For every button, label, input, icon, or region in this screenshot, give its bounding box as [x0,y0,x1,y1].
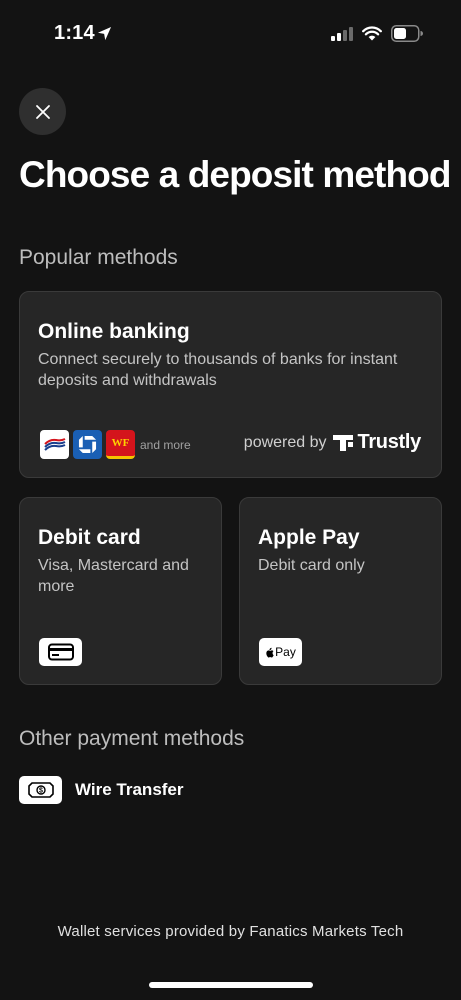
bank-of-america-logo [40,430,69,459]
close-button[interactable] [19,88,66,135]
other-methods-heading: Other payment methods [19,727,245,750]
status-time: 1:14 [54,22,95,44]
page-title: Choose a deposit method [19,154,451,195]
location-arrow-icon [97,26,112,41]
chase-logo [73,430,102,459]
debit-card-description: Visa, Mastercard and more [38,557,189,595]
signal-icon [331,27,353,41]
online-banking-title: Online banking [38,320,190,343]
online-banking-description: Connect securely to thousands of banks f… [38,351,398,389]
apple-pay-title: Apple Pay [258,526,360,549]
banknote-icon: $ [19,776,62,804]
home-indicator[interactable] [149,982,313,988]
wifi-icon [362,26,382,41]
wells-fargo-logo: WF [106,430,135,459]
powered-by-label: powered by [243,433,327,451]
apple-pay-card[interactable]: Apple Pay Debit card only Pay [239,497,442,685]
debit-card-title: Debit card [38,526,141,549]
footer-text: Wallet services provided by Fanatics Mar… [57,923,404,940]
apple-pay-icon: Pay [259,638,302,666]
debit-card-card[interactable]: Debit card Visa, Mastercard and more [19,497,222,685]
credit-card-icon [39,638,82,666]
powered-by-trustly: powered by Trustly [243,431,422,454]
wire-transfer-option[interactable]: $ Wire Transfer [19,776,184,804]
apple-pay-description: Debit card only [258,557,365,574]
online-banking-card[interactable]: Online banking Connect securely to thous… [19,291,442,478]
bank-logos: WF and more [40,430,191,459]
popular-methods-heading: Popular methods [19,246,178,269]
apple-logo-icon [266,647,274,658]
trustly-logo-icon [332,434,353,451]
svg-text:$: $ [39,788,43,795]
status-bar: 1:14 [0,0,461,66]
battery-icon [391,25,423,42]
close-icon [35,104,50,119]
wire-transfer-label: Wire Transfer [75,780,184,799]
and-more-label: and more [140,437,191,452]
apple-pay-badge-text: Pay [275,645,296,659]
trustly-name: Trustly [357,431,422,453]
